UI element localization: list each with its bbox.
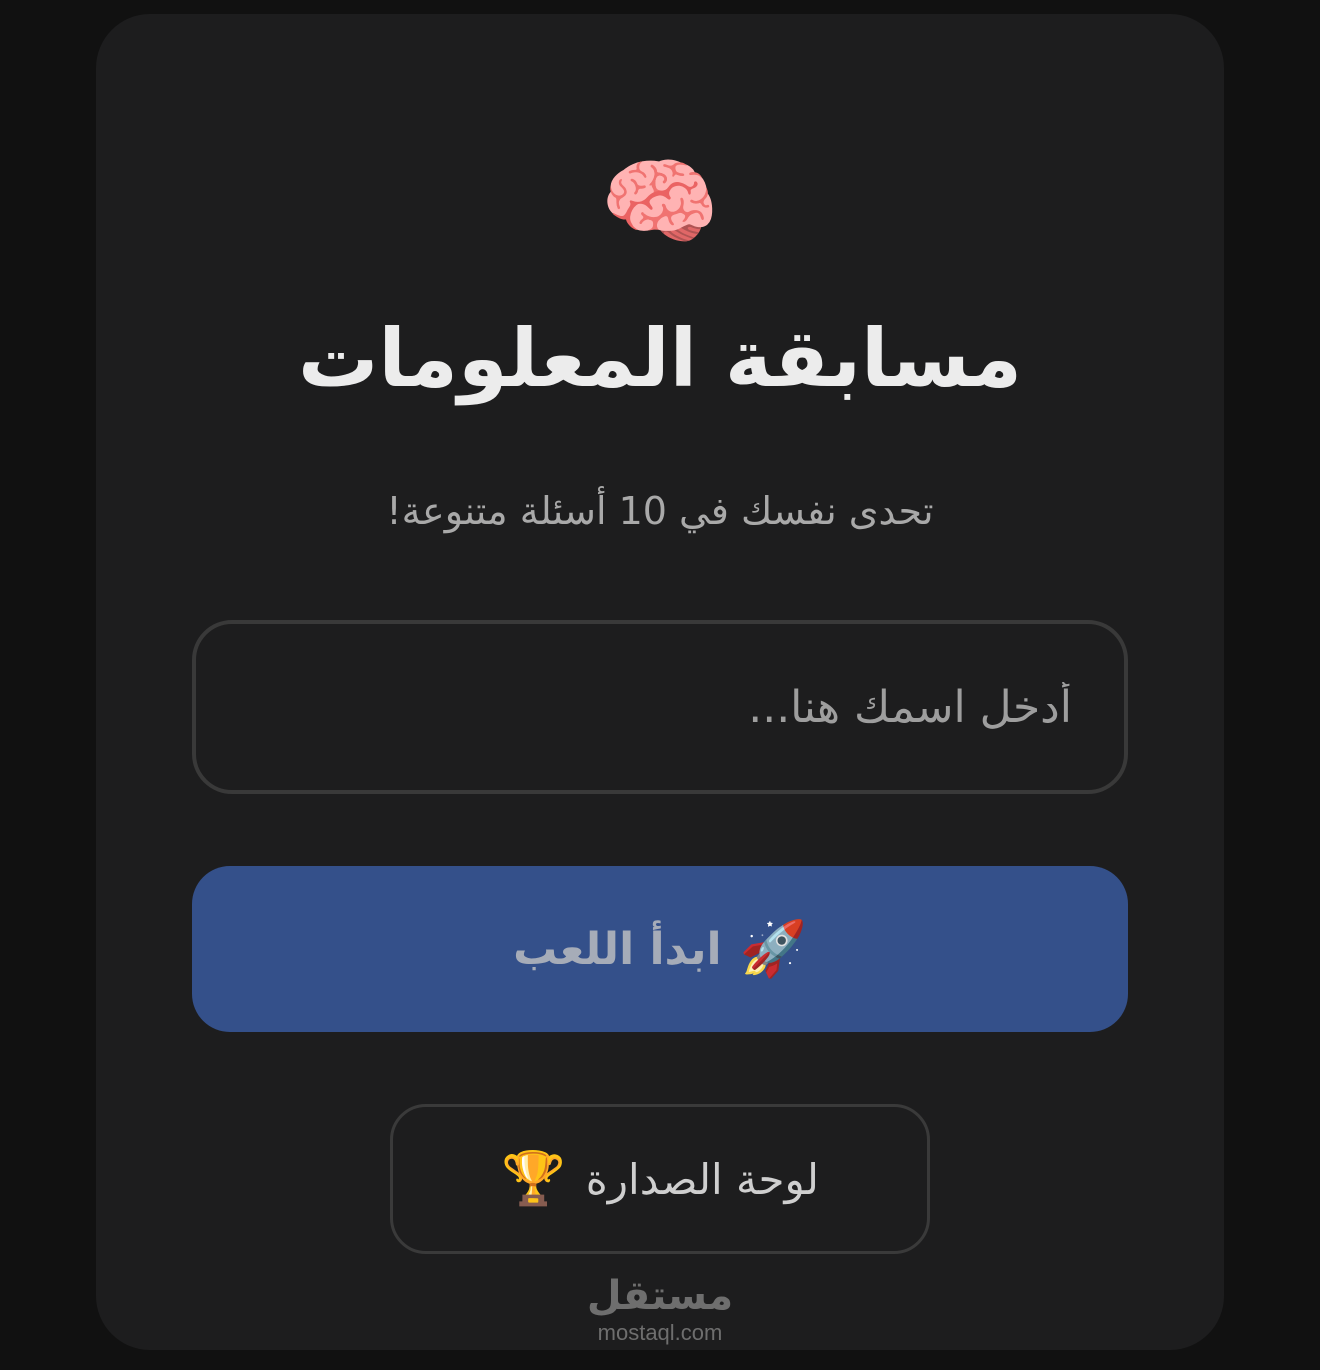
leaderboard-label: لوحة الصدارة xyxy=(585,1154,819,1204)
page-title: مسابقة المعلومات xyxy=(298,312,1022,405)
player-name-input[interactable] xyxy=(192,620,1128,794)
watermark-latin: mostaql.com xyxy=(597,1320,723,1345)
leaderboard-button[interactable]: لوحة الصدارة 🏆 xyxy=(390,1104,930,1254)
page-subtitle: تحدى نفسك في 10 أسئلة متنوعة! xyxy=(386,489,934,533)
rocket-icon: 🚀 xyxy=(739,917,807,980)
start-game-label: ابدأ اللعب xyxy=(513,923,722,975)
trophy-icon: 🏆 xyxy=(501,1149,566,1209)
watermark-logo: مستقل mostaql.com xyxy=(96,1272,1224,1346)
watermark-arabic: مستقل xyxy=(586,1273,734,1319)
brain-icon: 🧠 xyxy=(600,146,720,258)
quiz-card: 🧠 مسابقة المعلومات تحدى نفسك في 10 أسئلة… xyxy=(96,14,1224,1350)
start-game-button[interactable]: 🚀 ابدأ اللعب xyxy=(192,866,1128,1032)
